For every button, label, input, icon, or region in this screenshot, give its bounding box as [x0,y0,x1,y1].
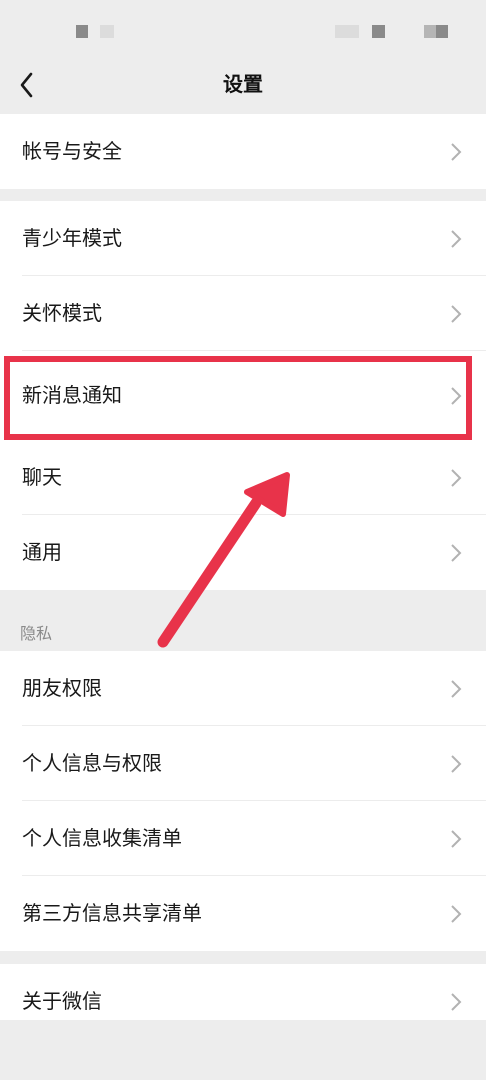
chevron-right-icon [451,230,462,248]
chevron-right-icon [451,905,462,923]
status-indicator [335,25,359,38]
status-indicator [100,25,114,38]
settings-group-account: 帐号与安全 [0,114,486,189]
chevron-right-icon [451,544,462,562]
settings-row-friend-permissions[interactable]: 朋友权限 [0,651,486,726]
settings-row-account-security[interactable]: 帐号与安全 [0,114,486,189]
settings-row-third-party-sharing[interactable]: 第三方信息共享清单 [0,876,486,951]
page-title: 设置 [223,72,263,96]
settings-group-privacy: 朋友权限 个人信息与权限 个人信息收集清单 第三方信息共享清单 [0,651,486,951]
settings-row-care-mode[interactable]: 关怀模式 [0,276,486,351]
chevron-right-icon [451,680,462,698]
chevron-right-icon [451,830,462,848]
chevron-right-icon [451,755,462,773]
row-label: 朋友权限 [22,676,102,700]
settings-row-personal-info-permissions[interactable]: 个人信息与权限 [0,726,486,801]
chevron-right-icon [451,143,462,161]
chevron-right-icon [451,387,462,405]
chevron-right-icon [451,469,462,487]
settings-row-teen-mode[interactable]: 青少年模式 [0,201,486,276]
row-label: 关怀模式 [22,301,102,325]
row-label: 通用 [22,540,62,564]
settings-row-new-message-notification[interactable]: 新消息通知 [0,351,486,440]
nav-bar: 设置 [0,54,486,112]
settings-row-personal-info-collection[interactable]: 个人信息收集清单 [0,801,486,876]
status-indicator [372,25,385,38]
row-label: 关于微信 [22,989,102,1013]
row-label: 个人信息收集清单 [22,826,182,850]
row-label: 新消息通知 [22,383,122,407]
chevron-right-icon [451,993,462,1011]
row-label: 帐号与安全 [22,139,122,163]
row-label: 第三方信息共享清单 [22,901,202,925]
status-bar [0,0,486,60]
settings-row-about-wechat[interactable]: 关于微信 [0,964,486,1020]
row-label: 个人信息与权限 [22,751,162,775]
settings-group-about: 关于微信 [0,964,486,1020]
status-indicator [436,25,448,38]
settings-row-chat[interactable]: 聊天 [0,440,486,515]
status-indicator [76,25,88,38]
section-header-privacy: 隐私 [20,624,53,643]
row-label: 聊天 [22,465,62,489]
status-indicator [424,25,436,38]
chevron-right-icon [451,305,462,323]
settings-row-general[interactable]: 通用 [0,515,486,590]
row-label: 青少年模式 [22,226,122,250]
settings-group-general: 青少年模式 关怀模式 新消息通知 聊天 通用 [0,201,486,590]
